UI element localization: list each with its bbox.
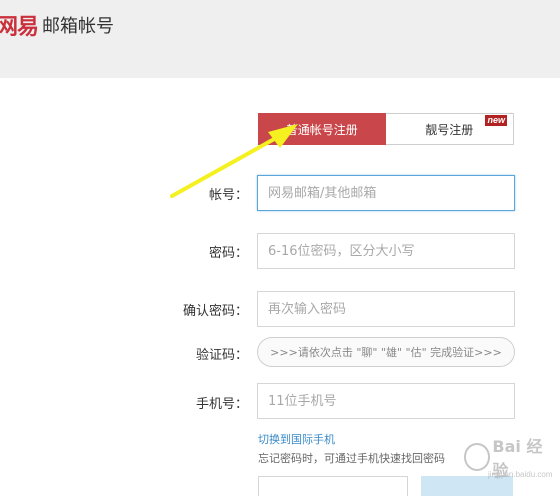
tab-vip-register[interactable]: 靓号注册 new	[385, 114, 513, 144]
watermark-url: jingyan.baidu.com	[488, 470, 553, 479]
account-field-wrapper	[257, 175, 515, 211]
recovery-tip: 忘记密码时，可通过手机快速找回密码	[258, 452, 445, 465]
password-field-wrapper	[257, 233, 515, 269]
account-label: 帐号：	[208, 188, 248, 203]
tab-normal-register-label: 普通帐号注册	[285, 122, 358, 137]
confirm-password-field-wrapper	[257, 291, 515, 327]
phone-label: 手机号：	[195, 397, 248, 412]
confirm-password-input[interactable]	[266, 300, 506, 318]
netease-logo[interactable]: 网易 邮箱帐号	[0, 8, 114, 42]
new-badge: new	[485, 115, 507, 126]
logo-mark: 网易	[0, 14, 39, 40]
paw-icon	[464, 443, 491, 471]
password-input[interactable]	[266, 242, 506, 260]
bottom-input-partial[interactable]	[258, 476, 408, 496]
switch-intl-phone-link[interactable]: 切换到国际手机	[258, 431, 335, 447]
logo-title: 邮箱帐号	[42, 16, 115, 37]
baidu-jingyan-watermark: Bai 经验 jingyan.baidu.com	[464, 435, 554, 480]
header-bar: 网易 邮箱帐号	[0, 0, 560, 78]
phone-field-wrapper	[257, 383, 515, 419]
tab-vip-register-label: 靓号注册	[425, 122, 474, 137]
password-label: 密码：	[208, 246, 248, 261]
phone-input[interactable]	[266, 392, 506, 410]
captcha-label: 验证码：	[195, 348, 248, 363]
register-tabs: 普通帐号注册 靓号注册 new	[258, 113, 514, 145]
account-input[interactable]	[266, 184, 506, 202]
tab-normal-register[interactable]: 普通帐号注册	[258, 113, 386, 145]
captcha-slider[interactable]: >>>请依次点击 "聊" "雄" "估" 完成验证>>>	[257, 337, 515, 367]
confirm-password-label: 确认密码：	[182, 304, 248, 319]
